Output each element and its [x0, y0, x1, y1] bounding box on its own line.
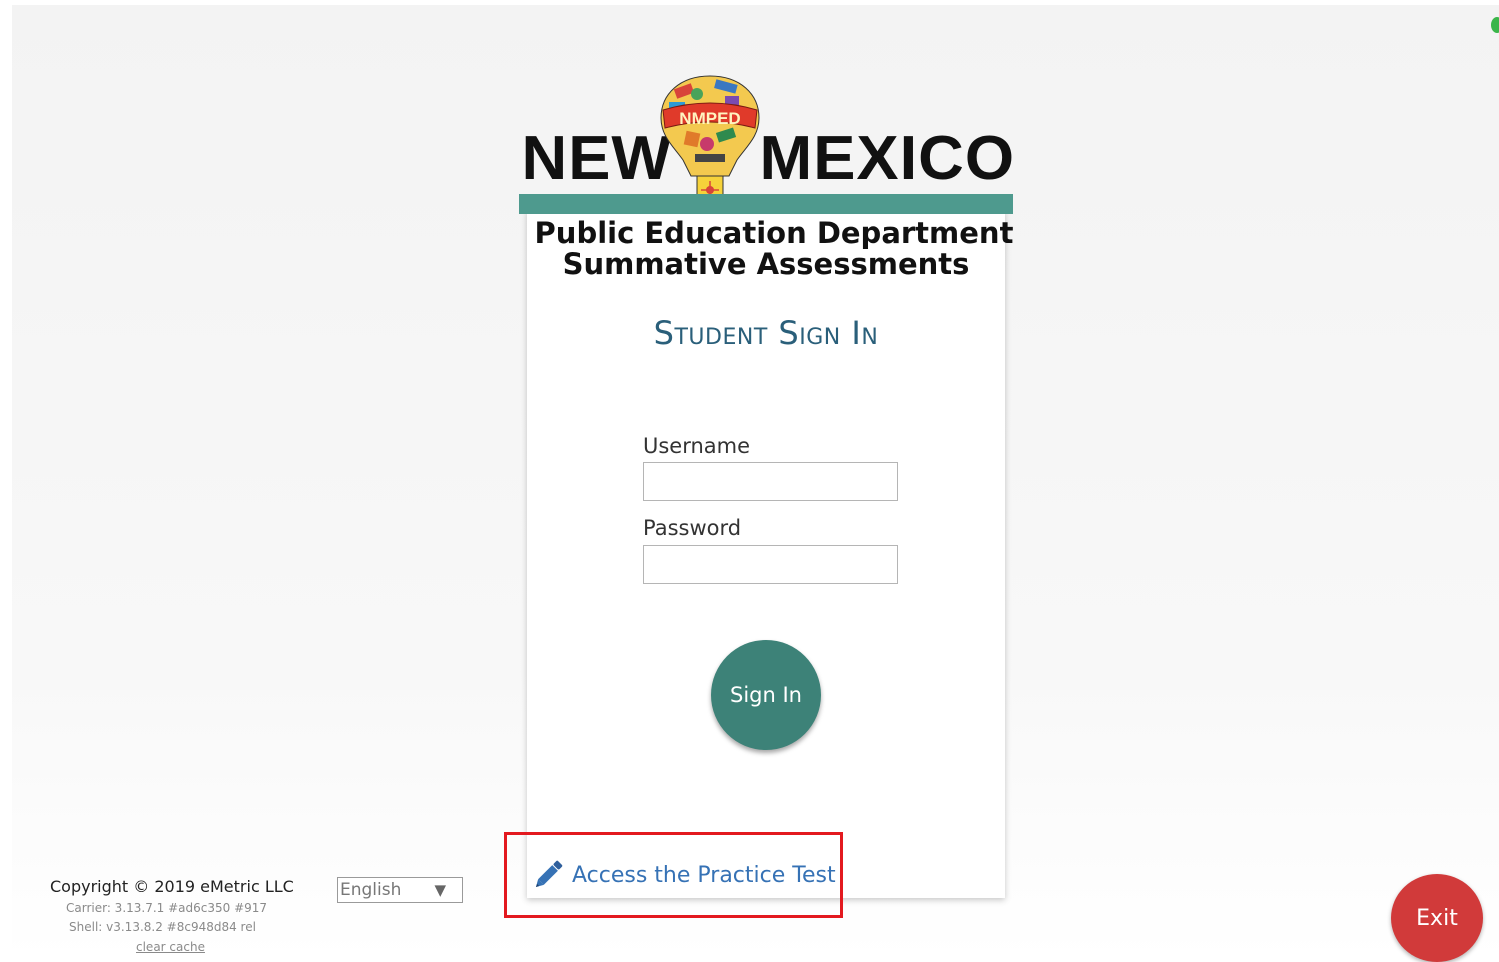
- logo-word-mexico: MEXICO: [759, 124, 1016, 193]
- page-title: Student Sign In: [653, 314, 879, 352]
- nmped-emblem-icon: NMPED: [660, 75, 760, 205]
- clear-cache-link[interactable]: clear cache: [136, 940, 205, 954]
- username-label: Username: [643, 434, 751, 458]
- language-select[interactable]: English ▼: [337, 877, 463, 903]
- emblem-text: NMPED: [679, 109, 740, 128]
- practice-test-link[interactable]: Access the Practice Test: [530, 856, 836, 894]
- username-input[interactable]: [643, 462, 898, 501]
- chevron-down-icon: ▼: [434, 881, 446, 899]
- copyright-text: Copyright © 2019 eMetric LLC: [50, 877, 294, 896]
- status-dot: [1491, 17, 1499, 33]
- sign-in-button[interactable]: Sign In: [711, 640, 821, 750]
- language-value: English: [340, 880, 402, 900]
- password-label: Password: [643, 516, 742, 540]
- nm-ped-logo: NEW MEXICO NMPED Public Education Depart…: [519, 72, 1016, 287]
- pencil-icon: [535, 860, 563, 888]
- carrier-version: Carrier: 3.13.7.1 #ad6c350 #917: [66, 901, 268, 915]
- logo-teal-bar: [519, 194, 1013, 214]
- logo-subtitle-assessments: Summative Assessments: [562, 247, 970, 281]
- logo-subtitle-department: Public Education Department: [534, 216, 1014, 250]
- shell-version: Shell: v3.13.8.2 #8c948d84 rel: [69, 920, 256, 934]
- logo-word-new: NEW: [521, 124, 673, 193]
- password-input[interactable]: [643, 545, 898, 584]
- exit-button[interactable]: Exit: [1391, 874, 1483, 962]
- practice-test-label: Access the Practice Test: [572, 862, 836, 888]
